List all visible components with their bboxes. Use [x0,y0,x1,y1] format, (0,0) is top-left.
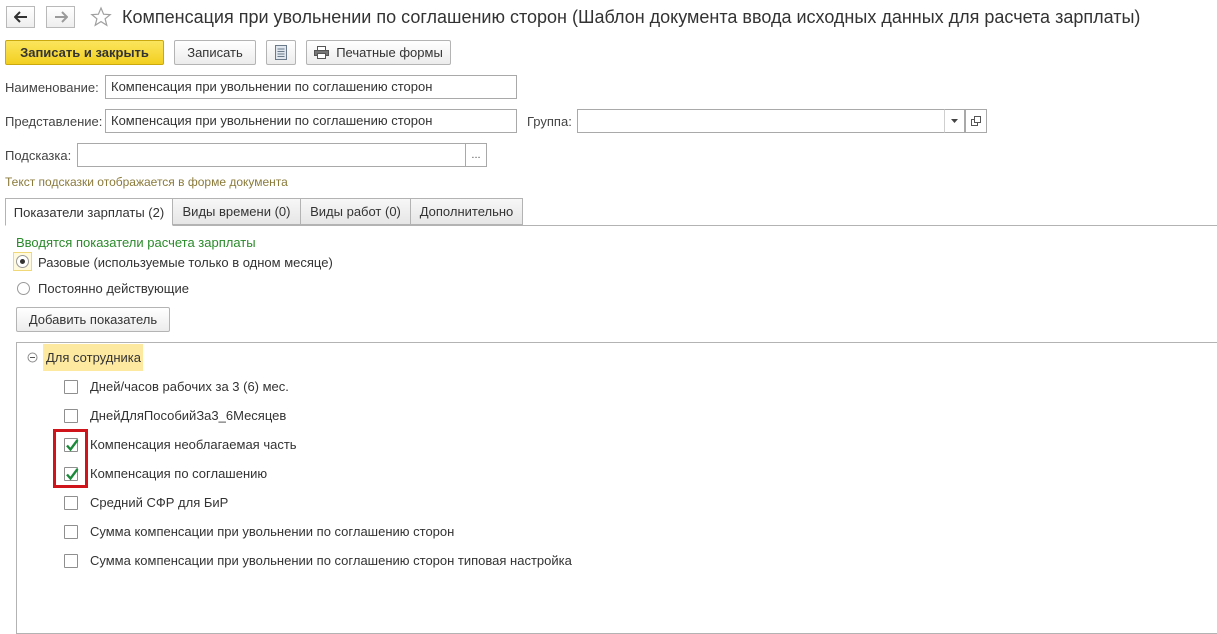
tree-group-label[interactable]: Для сотрудника [46,350,141,365]
radio-permanent[interactable] [17,282,30,295]
radio-permanent-label[interactable]: Постоянно действующие [38,281,189,296]
item-checkbox[interactable] [64,380,78,394]
item-label: Средний СФР для БиР [90,495,229,510]
name-field[interactable]: Компенсация при увольнении по соглашению… [105,75,517,99]
favorite-star-button[interactable] [90,6,112,28]
add-indicator-button[interactable]: Добавить показатель [16,307,170,332]
open-form-icon [971,116,981,126]
group-dropdown-button[interactable] [944,109,965,133]
tab-additional[interactable]: Дополнительно [410,198,523,225]
radio-one-time[interactable] [16,255,29,268]
highlight-annotation-frame [53,429,88,488]
hint-select-button[interactable]: ... [465,143,487,167]
item-checkbox[interactable] [64,409,78,423]
presentation-label: Представление: [5,114,103,129]
tab-salary-indicators[interactable]: Показатели зарплаты (2) [5,198,173,226]
arrow-right-icon [54,11,68,23]
collapse-icon [27,352,38,363]
star-icon [90,6,112,27]
tab-panel-border [5,225,1217,226]
group-field[interactable] [577,109,945,133]
forward-button[interactable] [46,6,75,28]
group-label: Группа: [527,114,572,129]
list-document-icon [275,45,287,60]
hint-field[interactable] [77,143,466,167]
item-label: Компенсация по соглашению [90,466,268,481]
item-checkbox[interactable] [64,554,78,568]
group-collapse-toggle[interactable] [27,351,38,363]
tab-work-types[interactable]: Виды работ (0) [300,198,411,225]
back-button[interactable] [6,6,35,28]
save-and-close-button[interactable]: Записать и закрыть [5,40,164,65]
group-open-button[interactable] [965,109,987,133]
chevron-down-icon [951,119,958,123]
printer-icon [314,46,330,59]
item-label: Сумма компенсации при увольнении по согл… [90,553,572,568]
item-label: Дней/часов рабочих за 3 (6) мес. [90,379,289,394]
print-forms-button[interactable]: Печатные формы [306,40,451,65]
save-button[interactable]: Записать [174,40,256,65]
indicators-heading: Вводятся показатели расчета зарплаты [16,235,256,250]
print-forms-label: Печатные формы [336,45,443,60]
presentation-field[interactable]: Компенсация при увольнении по соглашению… [105,109,517,133]
item-label: ДнейДляПособийЗа3_6Месяцев [90,408,287,423]
radio-one-time-label[interactable]: Разовые (используемые только в одном мес… [38,255,333,270]
name-label: Наименование: [5,80,99,95]
item-checkbox[interactable] [64,496,78,510]
report-button[interactable] [266,40,296,65]
item-label: Сумма компенсации при увольнении по согл… [90,524,455,539]
hint-label: Подсказка: [5,148,72,163]
window-title: Компенсация при увольнении по соглашению… [122,7,1141,27]
arrow-left-icon [13,11,27,23]
hint-note: Текст подсказки отображается в форме док… [5,175,288,189]
radio-selected-dot [20,259,25,264]
tab-time-types[interactable]: Виды времени (0) [172,198,301,225]
item-label: Компенсация необлагаемая часть [90,437,297,452]
item-checkbox[interactable] [64,525,78,539]
